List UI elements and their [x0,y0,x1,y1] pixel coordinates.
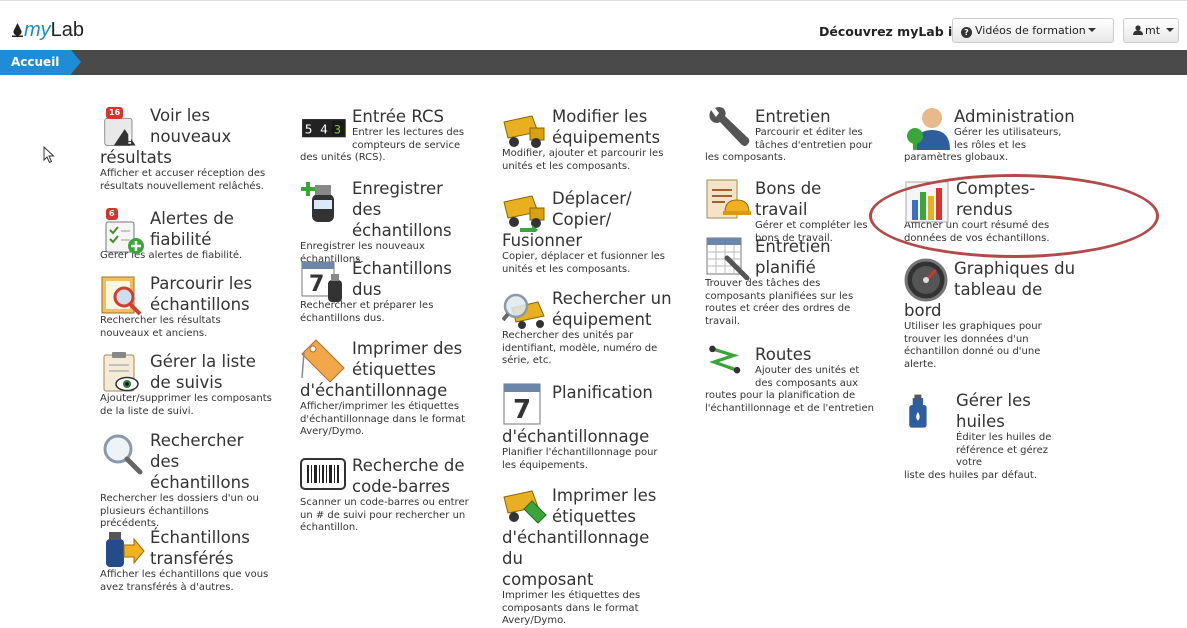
breadcrumb-home[interactable]: Accueil [0,50,82,75]
gauge-icon [904,258,948,302]
tile-work-orders[interactable]: Bons de travail Gérer et compléter les bo… [705,178,877,245]
logo-my: my [24,19,51,41]
work-order-icon [706,179,751,219]
user-icon [1133,25,1143,35]
tile-description: Ajouter/supprimer les composants de la l… [100,393,272,417]
tile-register-samples[interactable]: Enregistrer des échantillons Enregistrer … [300,178,472,266]
tile-description: Scanner un code-barres ou entrer un # de… [300,497,469,533]
tile-title-cont: Fusionner [502,231,583,250]
tile-dashboard-charts[interactable]: Graphiques du tableau de bord Utiliser le… [904,258,1076,371]
tile-description-cont: liste des huiles par défaut. [904,469,1038,481]
browse-samples-icon [101,276,142,316]
routes-icon [709,345,741,374]
watch-list-icon [103,352,139,392]
tile-browse-samples[interactable]: Parcourir les échantillons Rechercher les… [100,273,272,340]
highlight-ellipse [869,174,1159,258]
tile-due-samples[interactable]: 7 Échantillons dus Rechercher et préparer… [300,258,472,325]
calendar-wrench-icon [706,237,750,280]
tile-description-cont: routes pour la planification de l'échant… [705,390,874,414]
svg-text:7: 7 [513,395,531,425]
training-videos-label: Vidéos de formation [975,24,1086,37]
tile-edit-equipment[interactable]: Modifier les équipements Modifier, ajoute… [502,106,674,173]
tile-print-sample-labels[interactable]: Imprimer des étiquettes d'échantillonnage… [300,338,472,439]
app-logo[interactable]: myLab [12,19,84,42]
drop-icon [12,23,23,37]
logo-lab: Lab [50,19,85,41]
tile-description-cont: paramètres globaux. [904,152,1009,163]
tile-title-cont: d'échantillonnage [300,381,448,400]
calendar-icon: 7 [503,383,541,425]
tile-title-cont: d'échantillonnage [502,427,650,446]
alerts-count-badge: 6 [106,208,118,220]
tile-description: Rechercher les dossiers d'un ou plusieur… [100,493,259,529]
user-menu-button[interactable]: mt [1123,18,1179,43]
calendar-bottle-icon: 7 [301,261,342,302]
tile-description: Utiliser les graphiques pour trouver les… [904,321,1042,370]
tile-routes[interactable]: Routes Ajouter des unités et des composan… [705,344,877,415]
question-circle-icon: ? [961,27,972,38]
tile-description: Imprimer les étiquettes des composants d… [502,590,641,626]
add-bottle-icon [301,182,334,222]
magnifier-icon [103,434,143,475]
tile-maintenance[interactable]: Entretien Parcourir et éditer les tâches … [705,106,877,165]
tile-reliability-alerts[interactable]: 6 Alertes de fiabilité Gérer les alertes … [100,208,272,263]
tile-print-component-labels[interactable]: Imprimer les étiquettes d'échantillonnage… [502,485,674,628]
truck-label-icon [503,490,547,524]
tile-description: Afficher/imprimer les étiquettes d'échan… [300,401,466,437]
transfer-bottle-icon [106,532,145,567]
tile-description: Planifier l'échantillonnage pour les équ… [502,447,658,471]
barcode-icon [300,458,346,490]
caret-down-icon [1165,28,1174,32]
tile-manage-oils[interactable]: Gérer les huiles Éditer les huiles de réf… [904,390,1076,482]
tile-search-samples[interactable]: Rechercher des échantillons Rechercher le… [100,430,272,531]
svg-text:3: 3 [334,123,341,137]
tile-rcs-entry[interactable]: 5 43 Entrée RCS Entrer les lectures des c… [300,106,472,165]
tile-description: Trouver des tâches des composants planif… [705,278,854,327]
tile-administration[interactable]: Administration Gérer les utilisateurs, le… [904,106,1076,165]
tile-watch-list[interactable]: Gérer la liste de suivis Ajouter/supprime… [100,351,272,418]
tile-sampling-planning[interactable]: 7 Planification d'échantillonnage Planif… [502,382,674,472]
truck-move-icon [503,195,545,232]
new-results-count-badge: 16 [106,107,124,119]
caret-down-icon [1087,28,1096,32]
admin-user-icon [907,108,950,150]
search-truck-icon [502,293,545,329]
tile-description: Copier, déplacer et fusionner les unités… [502,251,666,275]
mouse-cursor-icon [43,146,55,164]
counter-icon: 5 4 3 [302,119,346,138]
discover-text: Découvrez myLab ici [819,24,965,39]
tile-planned-maintenance[interactable]: Entretien planifié Trouver des tâches des… [705,236,877,328]
tile-description: Afficher et accuser réception des résult… [100,168,266,192]
user-name: mt [1145,24,1161,37]
tile-title-cont: d'échantillonnage du composant [502,528,650,589]
tile-description-cont: des unités (RCS). [300,152,386,163]
svg-text:5 4: 5 4 [305,122,328,137]
tile-barcode-search[interactable]: Recherche de code-barres Scanner un code-… [300,455,472,535]
top-bar: myLab Découvrez myLab ici➜ ?Vidéos de fo… [0,0,1187,50]
training-videos-button[interactable]: ? Vidéos de formation [952,18,1114,43]
tile-search-equipment[interactable]: Rechercher un équipement Rechercher des u… [502,288,674,368]
wrench-icon [709,107,750,146]
truck-icon [503,115,545,148]
tile-view-new-results[interactable]: 16 Voir les nouveaux résultats Afficher e… [100,105,272,193]
tile-transferred-samples[interactable]: Échantillons transférés Afficher les écha… [100,527,272,594]
label-tag-icon [301,339,345,382]
nav-bar: Accueil [0,50,1187,75]
tile-description: Rechercher des unités par identifiant, m… [502,330,658,366]
tile-title-cont: bord [904,301,942,320]
tile-description-cont: les composants. [705,152,787,163]
oil-bottle-icon [909,394,927,428]
svg-text:7: 7 [309,272,324,297]
tile-description: Éditer les huiles de référence et gérez v… [956,432,1052,468]
tile-move-copy-merge[interactable]: Déplacer/Copier/ Fusionner Copier, dépla… [502,188,674,276]
